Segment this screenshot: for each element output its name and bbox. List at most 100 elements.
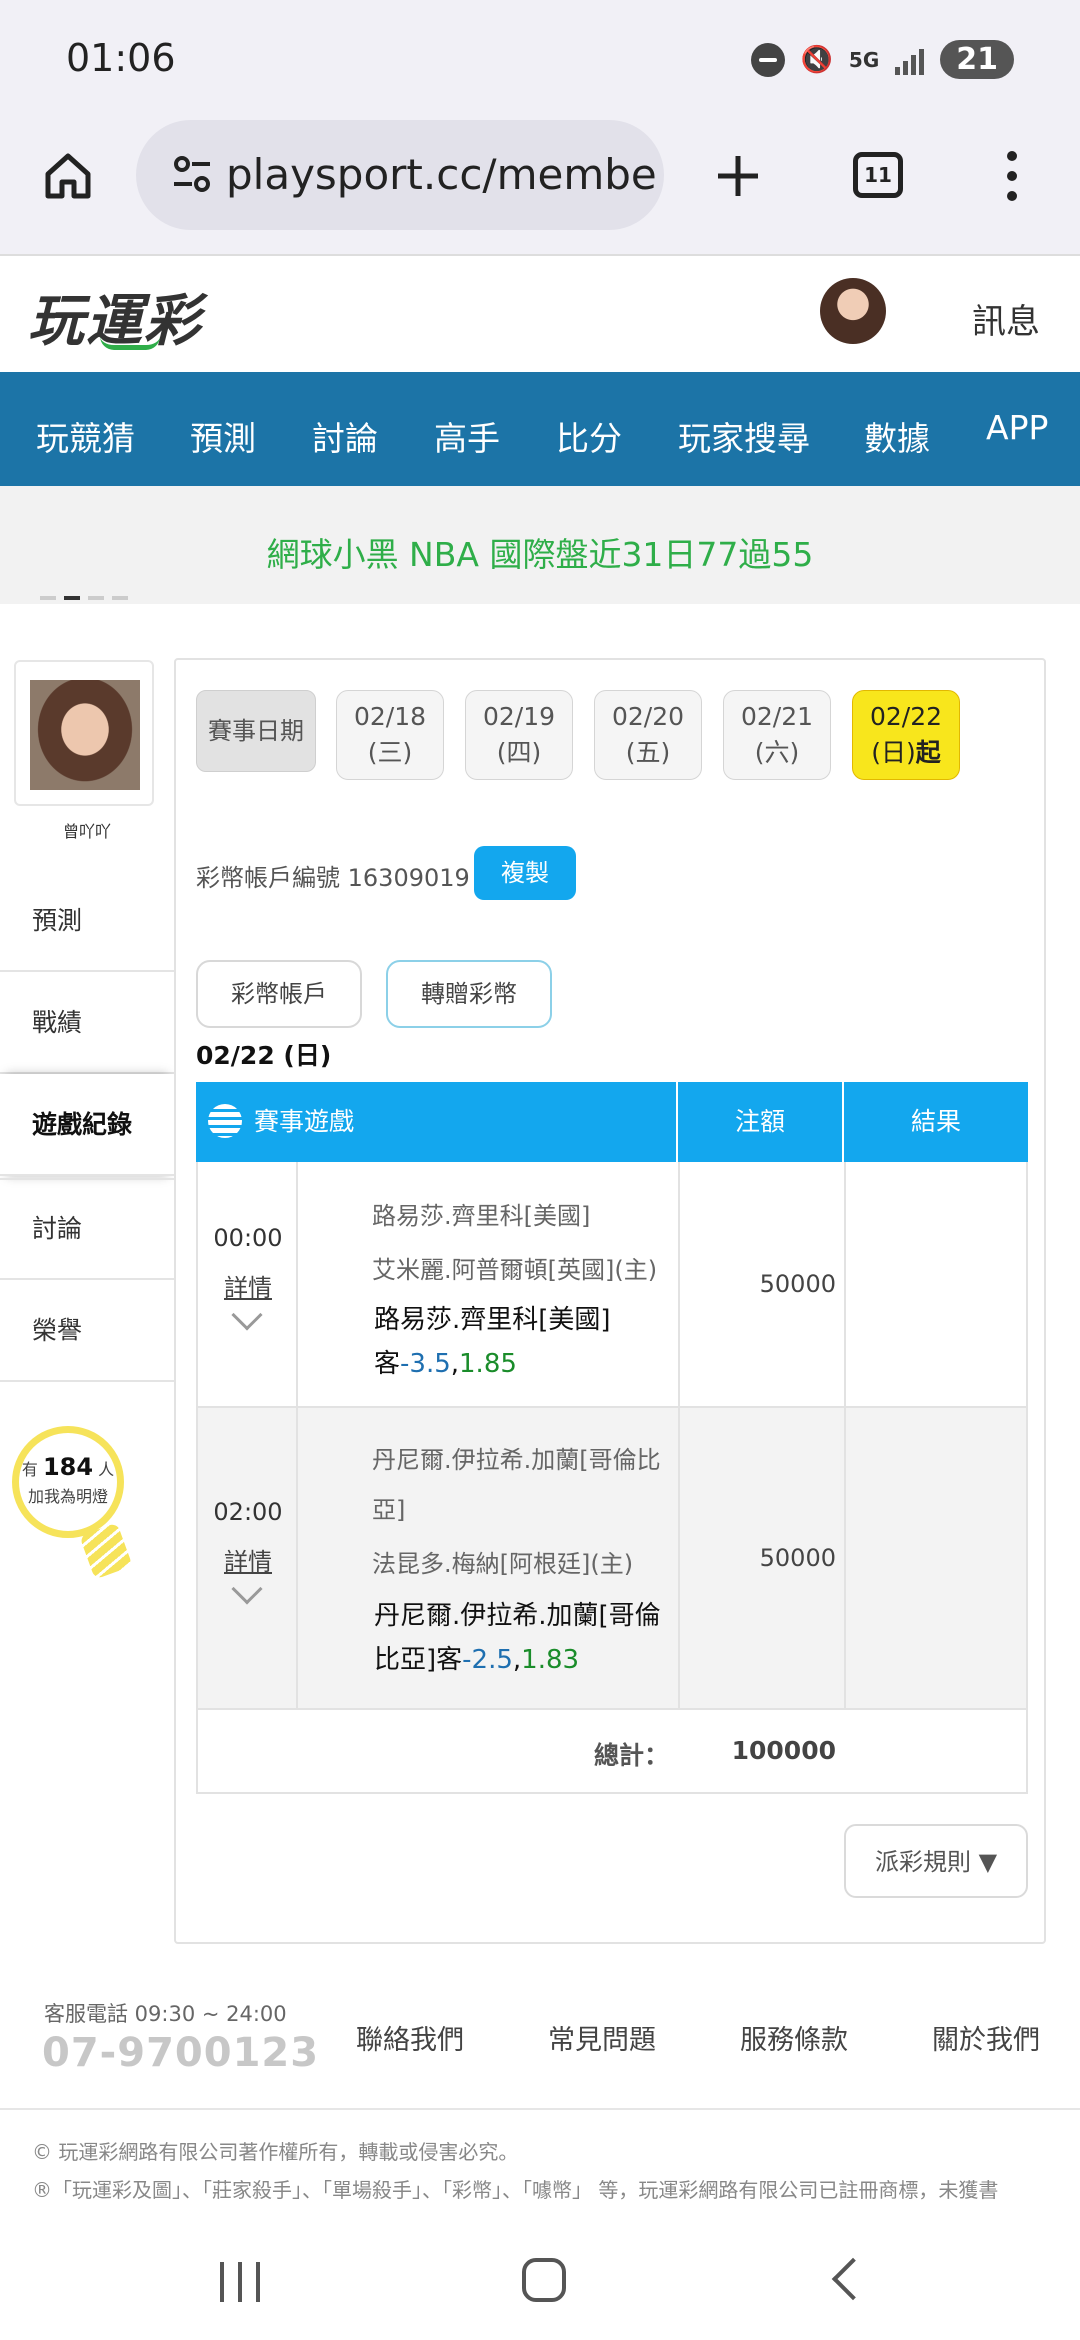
total-row: 總計： 100000 bbox=[196, 1710, 1028, 1794]
header-result: 結果 bbox=[910, 1107, 961, 1136]
sidebar-item-honor[interactable]: 榮譽 bbox=[0, 1280, 174, 1382]
copy-button[interactable]: 複製 bbox=[474, 846, 576, 900]
pick-handicap: -2.5 bbox=[462, 1645, 513, 1675]
recent-apps-icon[interactable] bbox=[220, 2262, 260, 2302]
nav-item-predict[interactable]: 預測 bbox=[190, 412, 256, 460]
date-chip-0218[interactable]: 02/18 (三) bbox=[336, 690, 444, 780]
date-chip-dow: (六) bbox=[754, 738, 800, 767]
witness-bulb[interactable]: 有 184 人 加我為明燈 bbox=[12, 1426, 124, 1538]
header-amount: 注額 bbox=[678, 1082, 844, 1162]
sidebar-item-predict[interactable]: 預測 bbox=[0, 870, 174, 972]
total-value: 100000 bbox=[731, 1736, 836, 1765]
away-team: 丹尼爾.伊拉希.加蘭[哥倫比 bbox=[372, 1446, 661, 1474]
username: 曾吖吖 bbox=[62, 822, 111, 841]
date-chip-0219[interactable]: 02/19 (四) bbox=[465, 690, 573, 780]
pick-team: 路易莎.齊里科[美國] bbox=[374, 1305, 611, 1335]
announcement-text[interactable]: 網球小黑 NBA 國際盤近31日77過55 bbox=[0, 528, 1080, 576]
game-record-panel: 賽事日期 02/18 (三) 02/19 (四) 02/20 (五) 02/21… bbox=[174, 658, 1046, 1944]
service-hours: 客服電話 09:30 ~ 24:00 bbox=[44, 2002, 287, 2026]
chevron-down-icon[interactable] bbox=[231, 1299, 263, 1331]
pick-odds: 1.83 bbox=[521, 1645, 580, 1675]
avatar[interactable] bbox=[820, 278, 886, 344]
system-home-icon[interactable] bbox=[522, 2258, 566, 2302]
tab-coin-account[interactable]: 彩幣帳戶 bbox=[196, 960, 362, 1028]
browser-toolbar: playsport.cc/membe 11 bbox=[0, 120, 1080, 256]
address-bar[interactable]: playsport.cc/membe bbox=[136, 120, 664, 230]
date-chip-dow: (日) bbox=[871, 738, 916, 767]
detail-link[interactable]: 詳情 bbox=[198, 1268, 298, 1303]
footer-link-about[interactable]: 關於我們 bbox=[932, 2018, 1040, 2057]
sidebar-divider bbox=[0, 1178, 174, 1180]
status-icons: 🔇 5G 21 bbox=[750, 40, 1014, 79]
browser-menu-icon[interactable] bbox=[1002, 150, 1022, 202]
row-divider bbox=[844, 1408, 846, 1708]
tab-transfer-coins[interactable]: 轉贈彩幣 bbox=[386, 960, 552, 1028]
messages-link[interactable]: 訊息 bbox=[972, 294, 1040, 343]
nav-item-search[interactable]: 玩家搜尋 bbox=[678, 412, 810, 460]
total-label: 總計： bbox=[594, 1741, 670, 1770]
table-row: 00:00 詳情 路易莎.齊里科[美國] 艾米麗.阿普爾頓[英國](主) 路易莎… bbox=[196, 1162, 1028, 1408]
nav-item-data[interactable]: 數據 bbox=[864, 412, 930, 460]
site-header: 玩運彩 訊息 bbox=[0, 256, 1080, 372]
pick-line: 比亞]客-2.5,1.83 bbox=[374, 1638, 674, 1682]
trademark-text: ®「玩運彩及圖」、「莊家殺手」、「單場殺手」、「彩幣」、「噱幣」 等，玩運彩網路… bbox=[32, 2178, 999, 2202]
new-tab-icon[interactable] bbox=[714, 152, 762, 200]
announcement-banner[interactable]: 網球小黑 NBA 國際盤近31日77過55 bbox=[0, 486, 1080, 604]
nav-item-app[interactable]: APP bbox=[986, 408, 1048, 447]
back-icon[interactable] bbox=[831, 2257, 875, 2301]
nav-item-scores[interactable]: 比分 bbox=[556, 412, 622, 460]
service-phone[interactable]: 07-9700123 bbox=[42, 2030, 319, 2076]
status-bar: 01:06 🔇 5G 21 bbox=[0, 0, 1080, 120]
site-settings-icon[interactable] bbox=[172, 154, 212, 194]
home-team: 艾米麗.阿普爾頓[英國](主) bbox=[372, 1256, 658, 1284]
chevron-down-icon[interactable] bbox=[231, 1573, 263, 1605]
game-time: 02:00 bbox=[213, 1498, 283, 1526]
date-chip-0221[interactable]: 02/21 (六) bbox=[723, 690, 831, 780]
site-footer: 客服電話 09:30 ~ 24:00 07-9700123 聯絡我們 常見問題 … bbox=[0, 1960, 1080, 2210]
nav-item-discuss[interactable]: 討論 bbox=[312, 412, 378, 460]
date-filter-label: 賽事日期 bbox=[196, 690, 316, 772]
profile-avatar bbox=[30, 680, 140, 790]
row-divider bbox=[844, 1162, 846, 1406]
bet-amount: 50000 bbox=[759, 1270, 836, 1298]
date-chip-date: 02/21 bbox=[740, 702, 814, 731]
date-chip-dow: (四) bbox=[496, 738, 542, 767]
home-icon[interactable] bbox=[42, 150, 94, 202]
pick-sep: , bbox=[450, 1349, 460, 1379]
url-text: playsport.cc/membe bbox=[226, 150, 656, 199]
date-chip-suffix: 起 bbox=[915, 738, 941, 767]
account-label: 彩幣帳戶編號 bbox=[196, 864, 340, 892]
pick-odds: 1.85 bbox=[459, 1349, 517, 1379]
profile-card[interactable] bbox=[14, 660, 154, 806]
away-team: 路易莎.齊里科[美國] bbox=[372, 1202, 591, 1230]
date-chip-dow: (三) bbox=[367, 738, 413, 767]
sidebar-item-record[interactable]: 戰績 bbox=[0, 972, 174, 1074]
date-chip-date: 02/22 bbox=[869, 702, 943, 731]
date-chip-0222-selected[interactable]: 02/22 (日)起 bbox=[852, 690, 960, 780]
table-header: 賽事遊戲 注額 結果 bbox=[196, 1082, 1028, 1162]
notification-badge: 21 bbox=[940, 40, 1014, 79]
account-number-line: 彩幣帳戶編號 16309019 bbox=[196, 858, 470, 893]
witness-count-line: 有 184 人 bbox=[19, 1453, 117, 1481]
header-game: 賽事遊戲 bbox=[254, 1107, 355, 1136]
date-chip-date: 02/18 bbox=[353, 702, 427, 731]
sidebar-item-game-log[interactable]: 遊戲紀錄 bbox=[0, 1074, 174, 1176]
member-sidebar: 曾吖吖 預測 戰績 遊戲紀錄 討論 榮譽 有 184 人 加我為明燈 bbox=[0, 604, 174, 1904]
date-chip-date: 02/20 bbox=[611, 702, 685, 731]
account-number: 16309019 bbox=[347, 864, 470, 892]
detail-link[interactable]: 詳情 bbox=[198, 1542, 298, 1577]
sidebar-item-discuss[interactable]: 討論 bbox=[0, 1178, 174, 1280]
nav-item-guess[interactable]: 玩競猜 bbox=[36, 412, 135, 460]
pick-team-cont: 比亞] bbox=[374, 1645, 437, 1675]
nav-item-experts[interactable]: 高手 bbox=[434, 412, 500, 460]
date-chip-0220[interactable]: 02/20 (五) bbox=[594, 690, 702, 780]
tab-switcher-button[interactable]: 11 bbox=[853, 152, 903, 198]
logo-swoosh bbox=[100, 336, 160, 350]
day-title: 02/22 (日) bbox=[196, 1041, 332, 1070]
footer-link-terms[interactable]: 服務條款 bbox=[740, 2018, 848, 2057]
game-time: 00:00 bbox=[213, 1224, 283, 1252]
payout-rules-button[interactable]: 派彩規則 ▼ bbox=[844, 1824, 1028, 1898]
footer-link-contact[interactable]: 聯絡我們 bbox=[356, 2018, 464, 2057]
bet-pick: 丹尼爾.伊拉希.加蘭[哥倫 比亞]客-2.5,1.83 bbox=[374, 1594, 674, 1682]
footer-link-faq[interactable]: 常見問題 bbox=[548, 2018, 656, 2057]
